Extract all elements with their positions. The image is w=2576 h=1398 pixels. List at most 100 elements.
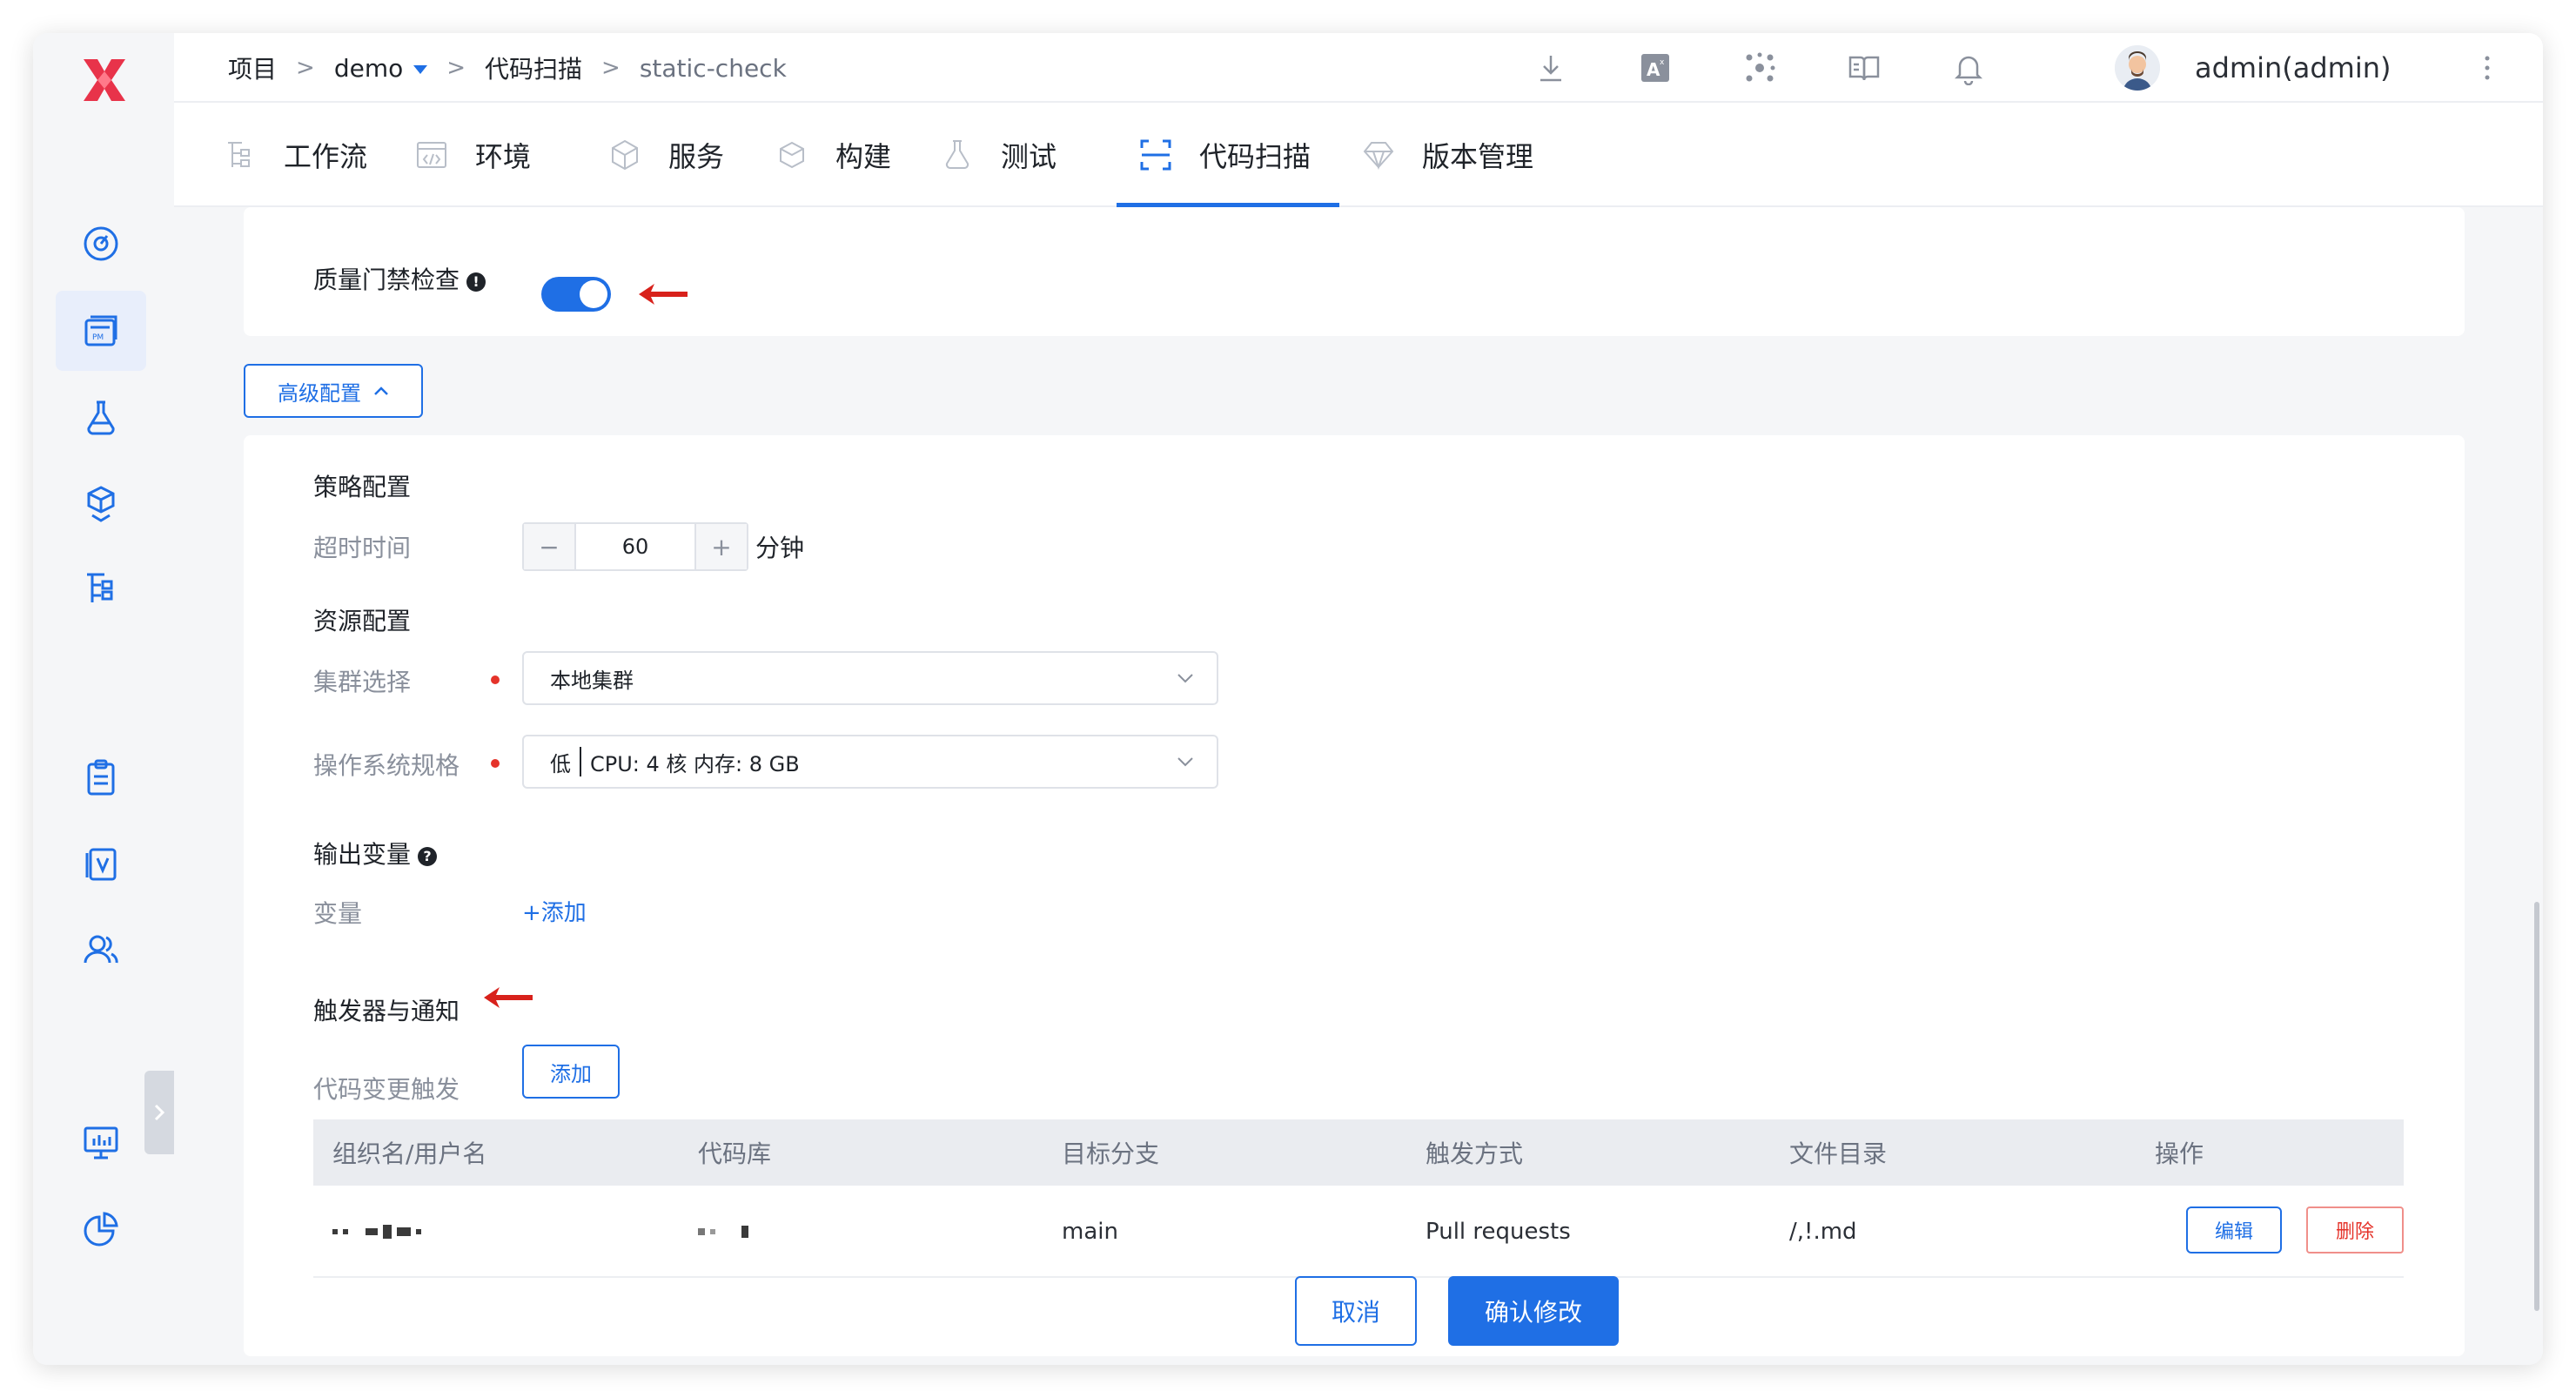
- spec-level: 低: [550, 751, 571, 776]
- sidebar-item-plans[interactable]: [56, 738, 146, 818]
- cluster-select[interactable]: 本地集群: [522, 651, 1218, 705]
- cancel-button[interactable]: 取消: [1295, 1276, 1417, 1346]
- koderover-logo-icon[interactable]: [77, 52, 132, 108]
- chevron-right-icon: [154, 1104, 165, 1121]
- timeout-label: 超时时间: [313, 534, 412, 562]
- tab-environment[interactable]: 环境: [414, 103, 531, 207]
- pie-chart-icon: [84, 1212, 118, 1247]
- required-dot: [491, 675, 500, 684]
- toggle-knob: [580, 280, 607, 308]
- more-vertical-icon[interactable]: [2482, 54, 2492, 82]
- column-header-branch: 目标分支: [1062, 1139, 1160, 1168]
- sidebar-collapse-handle[interactable]: [144, 1071, 174, 1154]
- cluster-label: 集群选择: [313, 668, 412, 696]
- download-icon[interactable]: [1533, 50, 1568, 85]
- breadcrumb-code-scan[interactable]: 代码扫描: [485, 50, 582, 85]
- confirm-button[interactable]: 确认修改: [1448, 1276, 1619, 1346]
- tab-label: 测试: [1001, 140, 1057, 173]
- annotation-arrow-icon: [484, 987, 533, 1008]
- quality-gate-label: 质量门禁检查!: [313, 261, 486, 296]
- version-v-icon: [85, 848, 117, 881]
- tab-version-management[interactable]: 版本管理: [1361, 103, 1533, 207]
- caret-down-icon: [413, 64, 428, 74]
- project-pm-icon: PM: [84, 315, 117, 346]
- sidebar-item-testing[interactable]: [56, 378, 146, 458]
- required-dot: [491, 759, 500, 768]
- sidebar-item-workflow[interactable]: [56, 548, 146, 628]
- column-header-repo: 代码库: [698, 1139, 772, 1168]
- clipboard-icon: [87, 759, 115, 796]
- edit-trigger-button[interactable]: 编辑: [2186, 1206, 2282, 1253]
- info-icon[interactable]: !: [466, 272, 486, 292]
- breadcrumb-separator: >: [446, 55, 466, 81]
- sidebar: PM: [33, 33, 174, 1365]
- sidebar-item-versions[interactable]: [56, 823, 146, 904]
- user-menu[interactable]: admin(admin): [2115, 33, 2392, 103]
- sidebar-item-dashboard[interactable]: [56, 204, 146, 284]
- sidebar-item-projects[interactable]: PM: [56, 291, 146, 371]
- gauge-icon: [84, 226, 118, 261]
- user-name: admin(admin): [2195, 51, 2392, 84]
- sidebar-item-artifacts[interactable]: [56, 463, 146, 543]
- code-change-trigger-label: 代码变更触发: [313, 1075, 460, 1104]
- add-trigger-button[interactable]: 添加: [522, 1045, 620, 1099]
- output-vars-title: 输出变量?: [313, 836, 438, 870]
- tab-label: 服务: [668, 140, 725, 173]
- spec-detail: CPU: 4 核 内存: 8 GB: [590, 751, 800, 776]
- decrement-button[interactable]: −: [524, 524, 574, 569]
- workflow-icon: [228, 142, 250, 167]
- svg-text:x: x: [1660, 58, 1665, 67]
- chevron-down-icon: [1177, 757, 1193, 767]
- trigger-section-title: 触发器与通知: [313, 997, 460, 1025]
- book-docs-icon[interactable]: [1847, 50, 1882, 85]
- os-spec-label: 操作系统规格: [313, 751, 460, 780]
- breadcrumb-separator: >: [296, 55, 315, 81]
- sidebar-item-users[interactable]: [56, 909, 146, 989]
- svg-text:A: A: [1647, 59, 1660, 80]
- build-box-icon: [780, 141, 804, 169]
- column-header-org: 组织名/用户名: [332, 1139, 487, 1168]
- flask-icon: [945, 140, 969, 169]
- spec-divider: [580, 747, 581, 776]
- increment-button[interactable]: +: [696, 524, 747, 569]
- monitor-chart-icon: [84, 1126, 118, 1159]
- quality-gate-text: 质量门禁检查: [313, 265, 460, 294]
- breadcrumb-projects[interactable]: 项目: [228, 50, 277, 85]
- os-spec-select[interactable]: 低 CPU: 4 核 内存: 8 GB: [522, 735, 1218, 789]
- tab-service[interactable]: 服务: [607, 103, 724, 207]
- resource-section-title: 资源配置: [313, 607, 412, 635]
- delete-trigger-button[interactable]: 删除: [2306, 1206, 2404, 1253]
- code-env-icon: [417, 142, 446, 168]
- timeout-value[interactable]: 60: [574, 524, 696, 569]
- tab-label: 代码扫描: [1199, 140, 1311, 173]
- tab-label: 版本管理: [1422, 140, 1534, 173]
- tab-label: 环境: [475, 140, 532, 173]
- plugin-nodes-icon[interactable]: [1742, 50, 1777, 85]
- tab-workflow[interactable]: 工作流: [223, 103, 367, 207]
- sidebar-item-monitor[interactable]: [56, 1102, 146, 1182]
- translate-icon[interactable]: A x: [1638, 50, 1673, 85]
- app-window: PM 项目 > demo > 代码扫描 > static-check A x a…: [33, 33, 2543, 1365]
- package-hand-icon: [87, 486, 115, 522]
- tab-build[interactable]: 构建: [775, 103, 891, 207]
- scrollbar[interactable]: [2534, 902, 2539, 1311]
- column-header-path: 文件目录: [1789, 1139, 1888, 1168]
- quality-gate-toggle[interactable]: [541, 277, 611, 312]
- sidebar-item-insight[interactable]: [56, 1189, 146, 1269]
- timeout-stepper[interactable]: − 60 +: [522, 522, 748, 571]
- breadcrumb-project-name: demo: [333, 53, 404, 83]
- breadcrumb-project-select[interactable]: demo: [333, 53, 428, 83]
- timeout-unit: 分钟: [755, 534, 805, 562]
- method-cell: Pull requests: [1426, 1219, 1571, 1245]
- service-cube-icon: [612, 139, 638, 171]
- top-bar: 项目 > demo > 代码扫描 > static-check A x admi…: [174, 33, 2543, 103]
- chevron-up-icon: [374, 386, 388, 395]
- help-icon[interactable]: ?: [418, 846, 438, 866]
- bell-icon[interactable]: [1951, 50, 1986, 85]
- tab-code-scan[interactable]: 代码扫描: [1138, 103, 1311, 207]
- tab-testing[interactable]: 测试: [940, 103, 1057, 207]
- add-variable-link[interactable]: +添加: [522, 895, 587, 927]
- tab-label: 构建: [835, 140, 892, 173]
- output-vars-text: 输出变量: [313, 840, 412, 869]
- advanced-config-button[interactable]: 高级配置: [244, 364, 423, 418]
